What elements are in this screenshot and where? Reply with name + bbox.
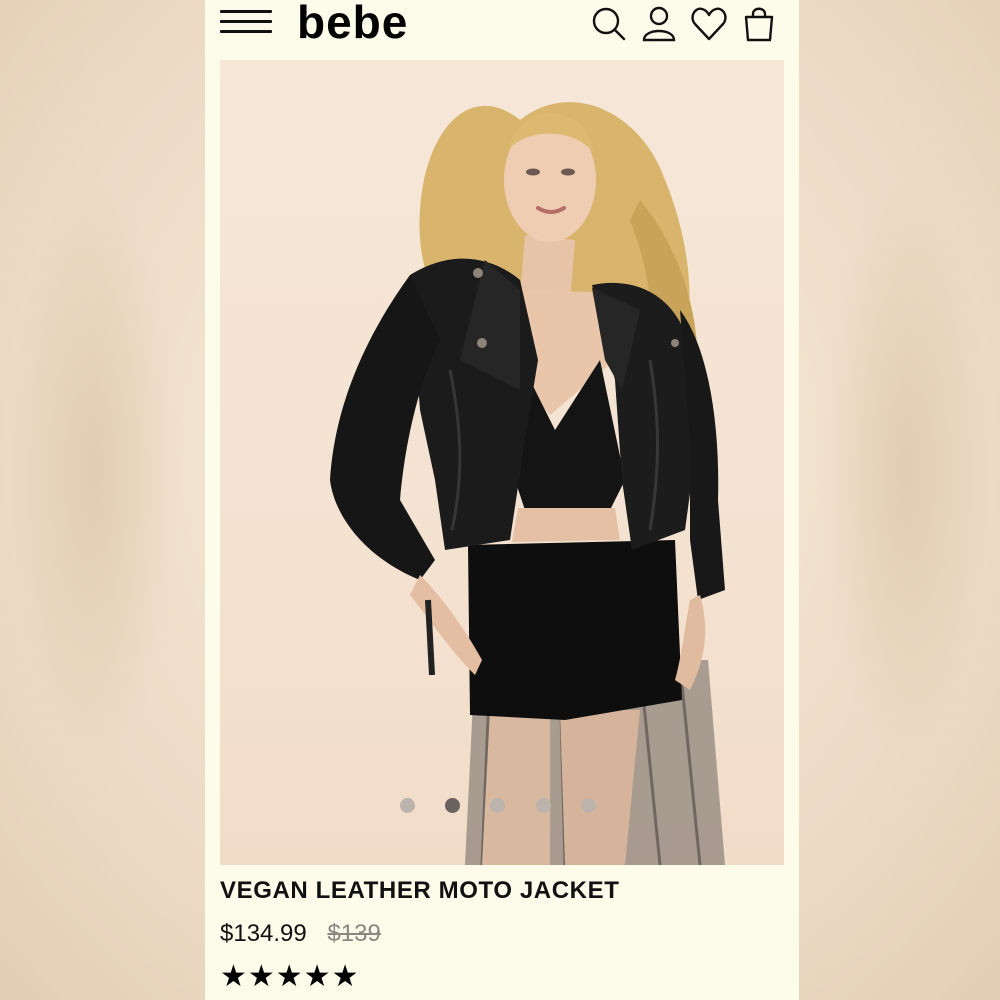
original-price: $139 — [327, 920, 381, 947]
rating-stars[interactable]: ★★★★★ — [220, 960, 359, 994]
carousel-dot[interactable] — [490, 798, 505, 813]
price-row: $134.99 $139 — [220, 920, 381, 948]
user-icon[interactable] — [639, 4, 679, 44]
brand-logo[interactable]: bebe — [297, 0, 408, 50]
mobile-product-page: bebe VEGAN LEATHER MOTO JACKET $134.99 $… — [205, 0, 799, 1000]
site-header: bebe — [205, 0, 799, 56]
product-image[interactable] — [220, 60, 784, 865]
model-photo — [330, 102, 725, 865]
carousel-dot[interactable] — [536, 798, 551, 813]
image-carousel-dots — [220, 798, 784, 818]
shopping-bag-icon[interactable] — [739, 4, 779, 44]
carousel-dot[interactable] — [400, 798, 415, 813]
hamburger-menu-icon[interactable] — [220, 8, 274, 36]
heart-icon[interactable] — [689, 4, 729, 44]
search-icon[interactable] — [589, 4, 629, 44]
carousel-dot-active[interactable] — [445, 798, 460, 813]
carousel-dot[interactable] — [581, 798, 596, 813]
sale-price: $134.99 — [220, 920, 307, 947]
product-title: VEGAN LEATHER MOTO JACKET — [220, 877, 620, 904]
